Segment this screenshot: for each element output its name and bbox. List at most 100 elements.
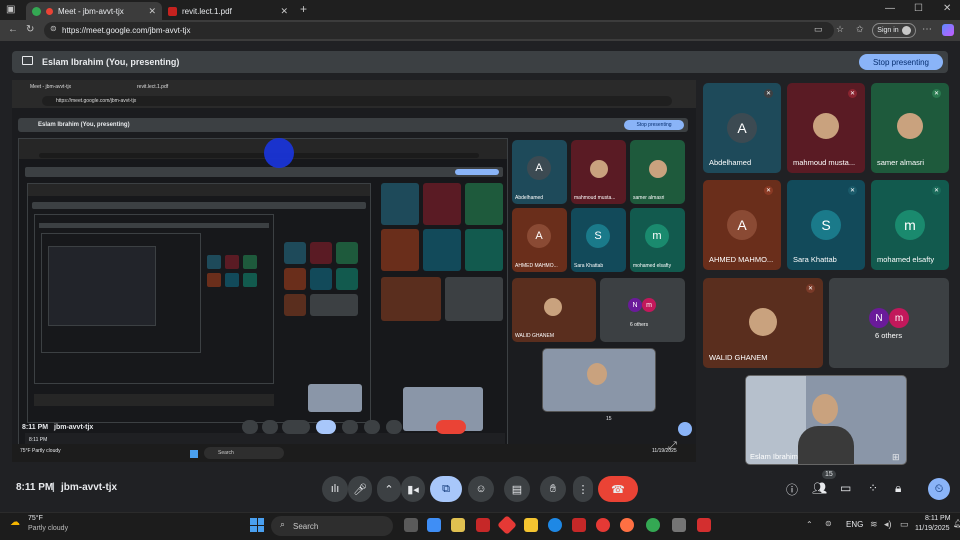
shared-screen: Meet - jbm-avvt-tjx revit.lect.1.pdf htt… — [12, 80, 696, 462]
close-window-icon[interactable]: ✕ — [943, 3, 951, 14]
nested-screen-level-3 — [27, 183, 371, 423]
reload-icon[interactable]: ↻ — [26, 24, 34, 35]
more-menu-icon[interactable]: ⋯ — [922, 24, 932, 35]
tab-pdf[interactable]: revit.lect.1.pdf ✕ — [162, 2, 294, 20]
meet-favicon — [32, 6, 41, 16]
nested-tile — [381, 183, 419, 225]
new-tab-icon[interactable]: + — [300, 2, 307, 16]
clock-time[interactable]: 8:11 PM — [925, 515, 951, 522]
mic-off-icon: ✕ — [848, 89, 857, 98]
acrobat-icon[interactable] — [697, 518, 711, 532]
people-icon[interactable]: 👥︎ — [812, 481, 827, 495]
nested-tile — [445, 277, 503, 321]
nested-tile — [207, 255, 221, 269]
audio-settings-button[interactable]: ılı — [322, 476, 348, 502]
nested-tile-sara: S Sara Khattab — [571, 208, 626, 272]
maximize-icon[interactable]: ☐ — [914, 3, 923, 14]
mic-off-icon: ✕ — [764, 186, 773, 195]
mic-button[interactable]: 🎤︎ — [348, 476, 372, 502]
app-icon-red[interactable] — [476, 518, 490, 532]
camera-indicator-icon[interactable]: ▭ — [814, 24, 823, 35]
tile-mahmoud[interactable]: ✕ mahmoud musta... — [787, 83, 865, 173]
activities-icon[interactable]: ⁘ — [868, 481, 878, 495]
sign-in-button[interactable]: Sign in — [872, 23, 916, 38]
tile-others[interactable]: N m 6 others — [829, 278, 949, 368]
nested-end-call — [436, 420, 466, 434]
weather-temp[interactable]: 75°F — [28, 515, 43, 522]
edge-icon[interactable] — [548, 518, 562, 532]
wifi-icon[interactable]: ≋ — [870, 519, 878, 530]
nested-avatar: S — [586, 224, 610, 248]
nested-avatar: m — [645, 224, 669, 248]
back-icon[interactable]: ← — [8, 24, 18, 35]
close-tab-icon[interactable]: ✕ — [148, 6, 156, 17]
window-menu-icon[interactable]: ▣ — [6, 4, 15, 15]
nested-avatar: m — [642, 298, 656, 312]
reactions-button[interactable]: ☺ — [468, 476, 494, 502]
leave-call-button[interactable]: ☎︎ — [598, 476, 638, 502]
nested-tile-abdelhamed: A Abdelhamed — [512, 140, 567, 204]
meeting-info-icon[interactable]: ⓘ — [786, 481, 798, 498]
mic-off-icon: ✕ — [848, 186, 857, 195]
volume-icon[interactable]: ◂) — [884, 519, 892, 530]
tile-mohamed[interactable]: ✕ m mohamed elsafty — [871, 180, 949, 270]
nested-screen-level-2: 8:11 PM — [18, 138, 508, 460]
camera-options-button[interactable]: ⌃ — [377, 476, 401, 502]
widgets-icon[interactable] — [451, 518, 465, 532]
separator: | — [52, 482, 55, 493]
copilot-app-icon[interactable] — [427, 518, 441, 532]
opera-icon[interactable] — [596, 518, 610, 532]
favorites-icon[interactable]: ✩ — [856, 24, 864, 35]
more-options-button[interactable]: ⋮ — [573, 476, 593, 502]
nested-tile — [225, 273, 239, 287]
clock-date[interactable]: 11/19/2025 — [915, 525, 950, 532]
pin-icon[interactable]: ⊞ — [892, 452, 900, 463]
language-indicator[interactable]: ENG — [846, 520, 863, 529]
nested-self-view — [542, 348, 656, 412]
tile-walid[interactable]: ✕ WALID GHANEM — [703, 278, 823, 368]
nested-stop-button — [455, 169, 499, 175]
expand-icon: ⤢ — [668, 440, 677, 452]
cursor-highlight — [264, 138, 294, 168]
raise-hand-button[interactable]: ✋︎ — [540, 476, 566, 502]
captions-button[interactable]: ▤ — [504, 476, 530, 502]
stop-presenting-button[interactable]: Stop presenting — [859, 54, 943, 70]
start-icon[interactable] — [250, 518, 264, 532]
self-view-tile[interactable]: Eslam Ibrahim ⊞ — [745, 375, 907, 465]
chat-icon[interactable]: ▭ — [840, 481, 851, 495]
site-info-icon[interactable]: ⊜ — [50, 24, 57, 33]
tile-abdelhamed[interactable]: ✕ A Abdelhamed — [703, 83, 781, 173]
tile-samer[interactable]: ✕ samer almasri — [871, 83, 949, 173]
tray-icon[interactable]: ⊜ — [825, 519, 832, 528]
camera-button[interactable]: ▮◂ — [401, 476, 425, 502]
copilot-icon[interactable] — [942, 24, 954, 36]
close-tab-icon[interactable]: ✕ — [280, 6, 288, 17]
nested-chrome — [28, 184, 370, 196]
tab-meet[interactable]: Meet - jbm-avvt-tjx ✕ — [26, 2, 162, 20]
file-explorer-icon[interactable] — [524, 518, 538, 532]
star-icon[interactable]: ☆ — [836, 24, 844, 35]
host-controls-icon[interactable]: 🔒︎ — [895, 481, 901, 496]
app-icon-shield[interactable] — [572, 518, 586, 532]
weather-desc[interactable]: Partly cloudy — [28, 525, 68, 532]
notifications-icon[interactable]: 🔔︎ — [953, 519, 960, 528]
participant-avatar — [812, 394, 838, 424]
show-hidden-icons-icon[interactable]: ⌃ — [806, 520, 813, 529]
companion-icon[interactable]: ⏲ — [928, 478, 950, 500]
search-icon: ⌕ — [280, 519, 286, 529]
nested-tile — [381, 277, 441, 321]
battery-icon[interactable]: ▭ — [900, 519, 909, 530]
tab-title: Meet - jbm-avvt-tjx — [58, 6, 124, 16]
minimize-icon[interactable]: — — [885, 3, 895, 14]
present-button[interactable]: ⧉ — [430, 476, 462, 502]
app-icon-gray[interactable] — [672, 518, 686, 532]
nested-control — [364, 420, 380, 434]
chrome-icon[interactable] — [646, 518, 660, 532]
tile-ahmed[interactable]: ✕ A AHMED MAHMO... — [703, 180, 781, 270]
url-input[interactable]: https://meet.google.com/jbm-avvt-tjx — [44, 22, 834, 39]
firefox-icon[interactable] — [620, 518, 634, 532]
task-view-icon[interactable] — [404, 518, 418, 532]
nested-screen-level-5 — [41, 233, 201, 353]
tile-sara[interactable]: ✕ S Sara Khattab — [787, 180, 865, 270]
taskbar-search[interactable]: Search — [271, 516, 393, 536]
